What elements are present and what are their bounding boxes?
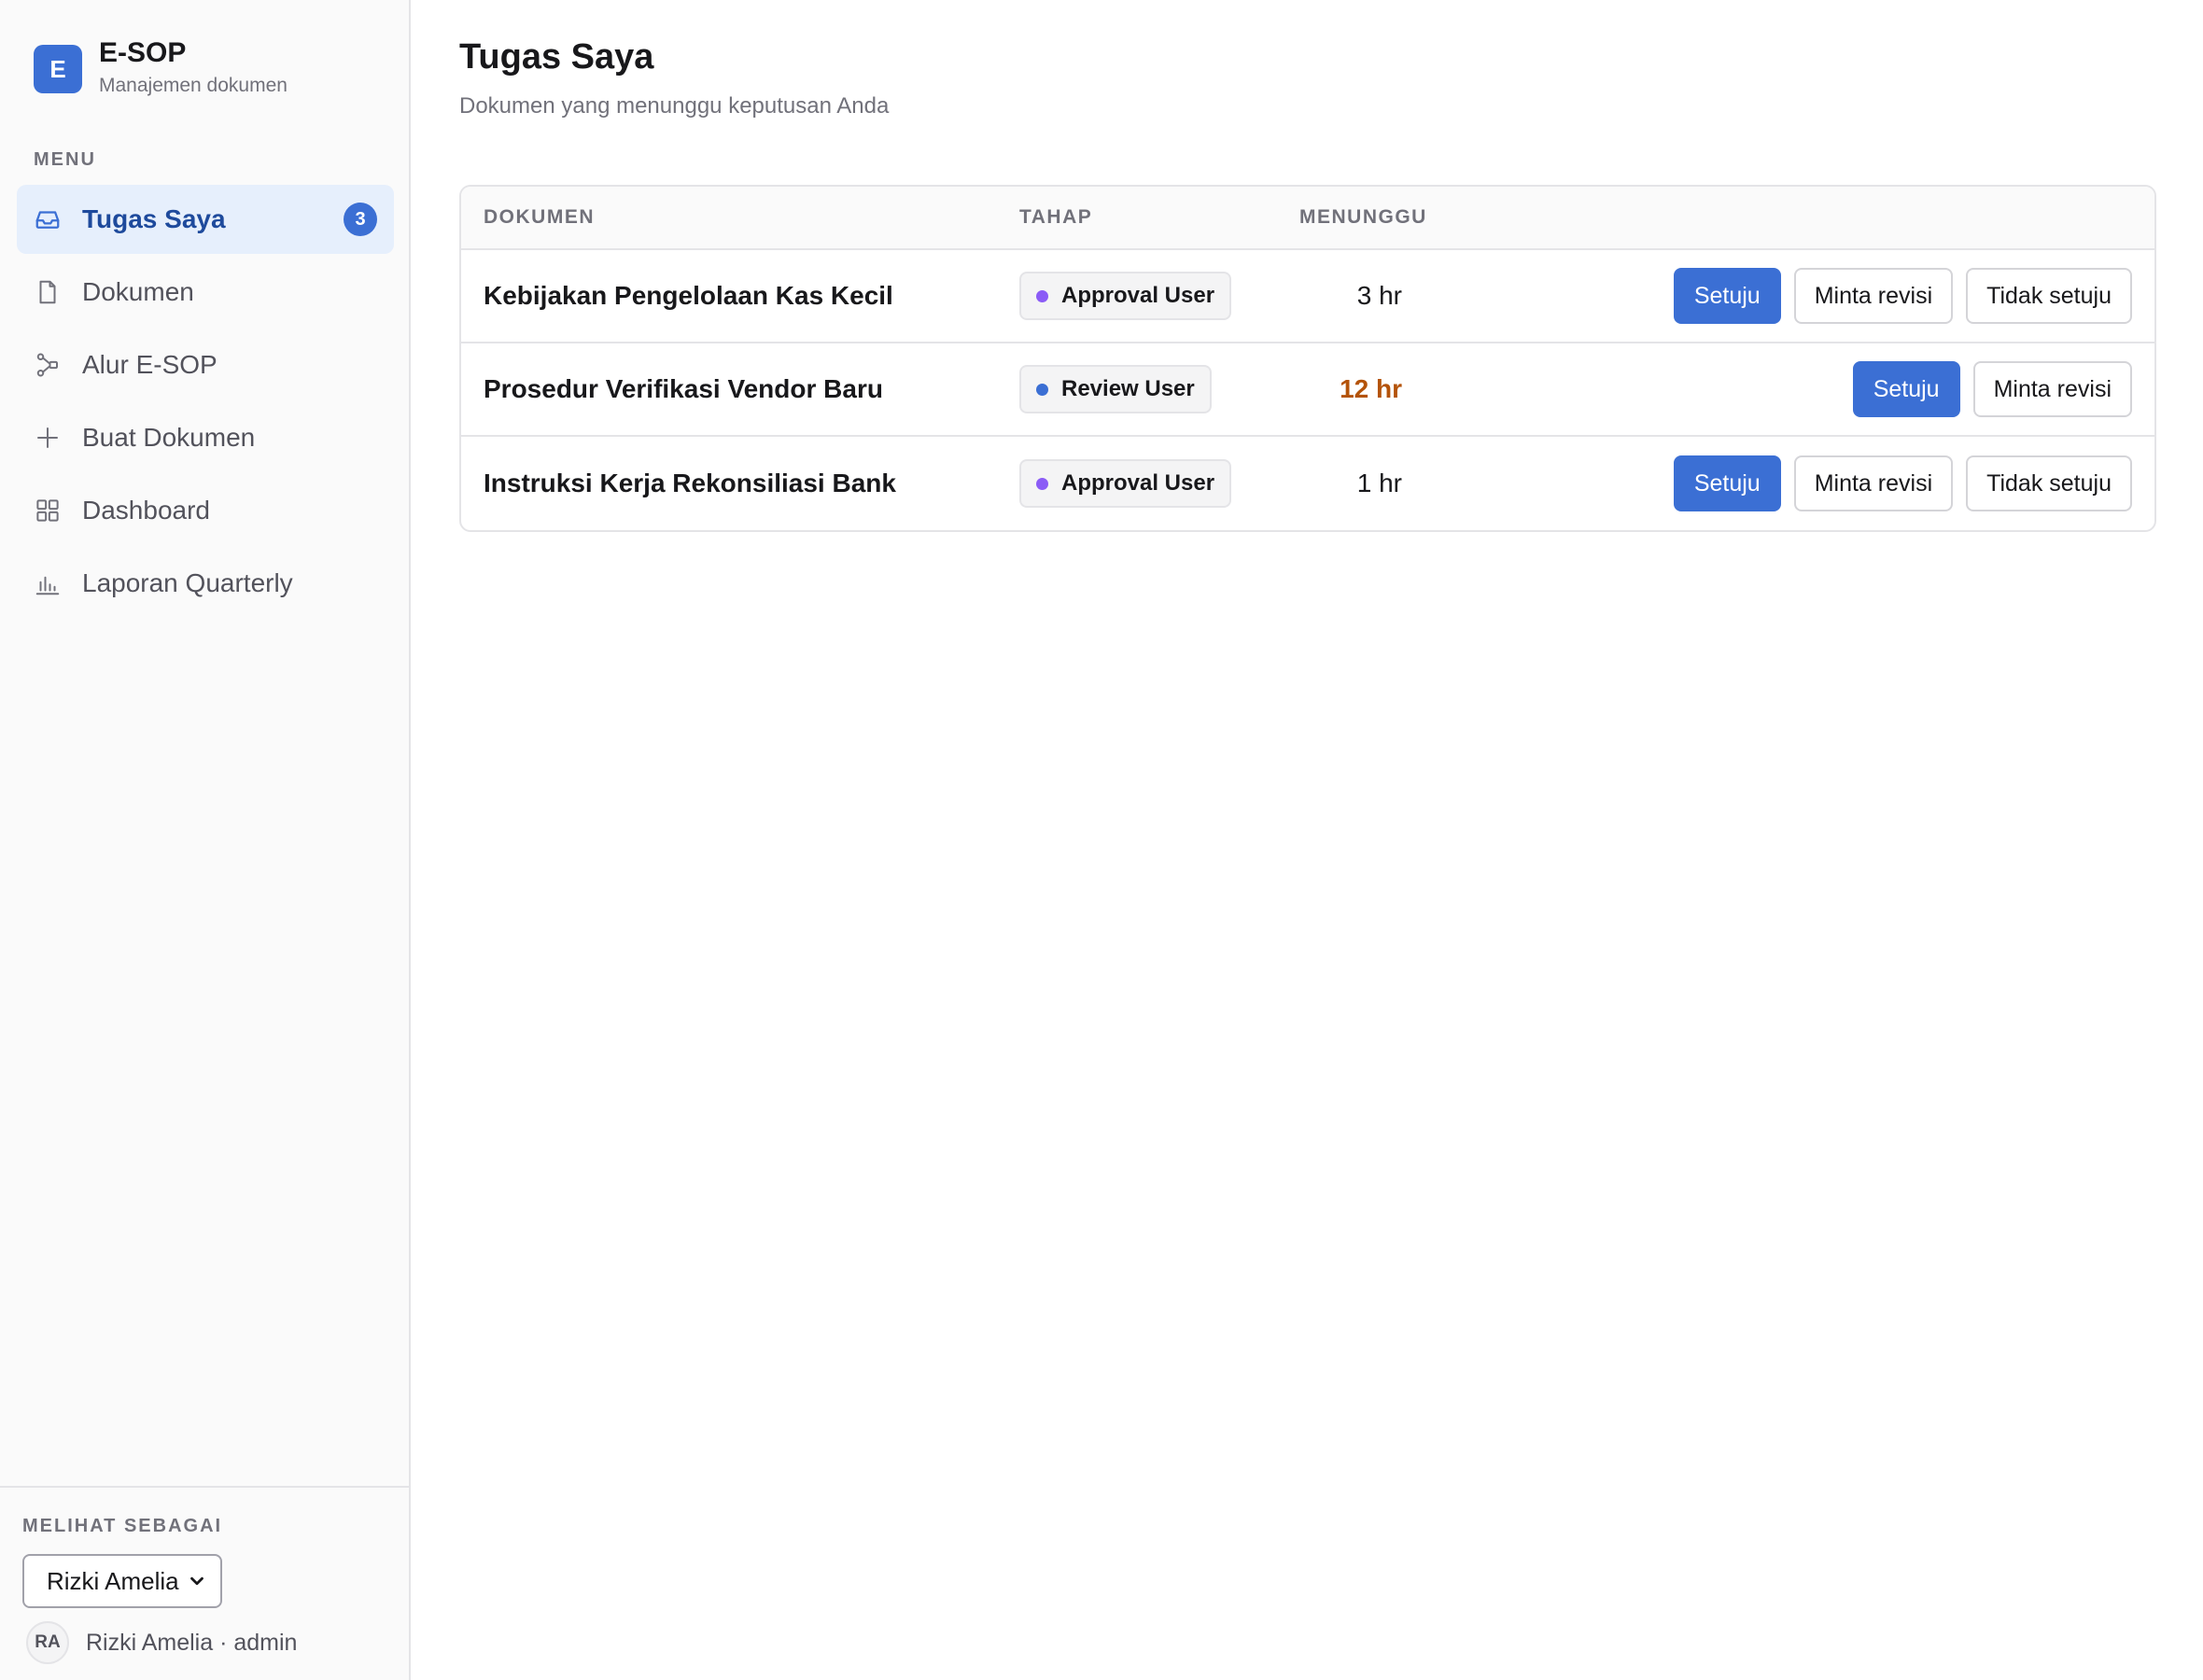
stage-dot-icon bbox=[1036, 383, 1048, 396]
task-count-badge: 3 bbox=[344, 203, 377, 236]
current-user: RA Rizki Amelia · admin bbox=[22, 1621, 386, 1664]
reject-button[interactable]: Tidak setuju bbox=[1966, 268, 2132, 324]
sidebar-nav: Tugas Saya 3 Dokumen Alur E-SOP Buat Dok… bbox=[17, 185, 394, 622]
document-name[interactable]: Instruksi Kerja Rekonsiliasi Bank bbox=[484, 469, 896, 497]
column-header-menunggu: MENUNGGU bbox=[1299, 206, 1427, 228]
sidebar-item-laporan-quarterly[interactable]: Laporan Quarterly bbox=[17, 549, 394, 618]
document-name[interactable]: Prosedur Verifikasi Vendor Baru bbox=[484, 374, 883, 403]
sidebar-item-alur-esop[interactable]: Alur E-SOP bbox=[17, 330, 394, 399]
waiting-time: 3 hr bbox=[1356, 281, 1402, 310]
sidebar-item-label: Buat Dokumen bbox=[82, 423, 256, 452]
stage-label: Approval User bbox=[1061, 470, 1215, 496]
document-name[interactable]: Kebijakan Pengelolaan Kas Kecil bbox=[484, 281, 893, 310]
stage-badge: Review User bbox=[1019, 365, 1212, 413]
sidebar-item-dashboard[interactable]: Dashboard bbox=[17, 476, 394, 545]
user-info: Rizki Amelia · admin bbox=[86, 1629, 298, 1656]
row-actions: Setuju Minta revisi Tidak setuju bbox=[1402, 268, 2154, 324]
stage-dot-icon bbox=[1036, 477, 1048, 490]
stage-label: Review User bbox=[1061, 376, 1195, 401]
view-as-label: MELIHAT SEBAGAI bbox=[22, 1516, 223, 1536]
table-row: Prosedur Verifikasi Vendor Baru Review U… bbox=[461, 343, 2154, 437]
sidebar-item-label: Alur E-SOP bbox=[82, 350, 217, 379]
sidebar-footer: MELIHAT SEBAGAI Rizki Amelia RA Rizki Am… bbox=[0, 1486, 409, 1664]
bar-chart-icon bbox=[34, 569, 62, 597]
stage-dot-icon bbox=[1036, 289, 1048, 302]
file-icon bbox=[34, 278, 62, 306]
sidebar-item-buat-dokumen[interactable]: Buat Dokumen bbox=[17, 403, 394, 472]
brand-name: E-SOP bbox=[99, 37, 187, 68]
waiting-time: 1 hr bbox=[1356, 469, 1402, 497]
sidebar-item-dokumen[interactable]: Dokumen bbox=[17, 258, 394, 327]
brand: E E-SOP Manajemen dokumen bbox=[34, 35, 288, 97]
row-actions: Setuju Minta revisi Tidak setuju bbox=[1402, 455, 2154, 511]
request-revision-button[interactable]: Minta revisi bbox=[1793, 455, 1954, 511]
sidebar-item-label: Laporan Quarterly bbox=[82, 568, 293, 597]
sidebar-item-tugas-saya[interactable]: Tugas Saya 3 bbox=[17, 185, 394, 254]
inbox-icon bbox=[34, 205, 62, 233]
sidebar: E E-SOP Manajemen dokumen MENU Tugas Say… bbox=[0, 0, 411, 1680]
user-select-value: Rizki Amelia bbox=[47, 1566, 179, 1595]
tasks-table: DOKUMEN TAHAP MENUNGGU Kebijakan Pengelo… bbox=[459, 185, 2156, 532]
brand-subtitle: Manajemen dokumen bbox=[99, 75, 288, 96]
table-header: DOKUMEN TAHAP MENUNGGU bbox=[461, 187, 2154, 250]
sidebar-item-label: Dashboard bbox=[82, 496, 210, 525]
app: E E-SOP Manajemen dokumen MENU Tugas Say… bbox=[0, 0, 2203, 1680]
reject-button[interactable]: Tidak setuju bbox=[1966, 455, 2132, 511]
menu-label: MENU bbox=[34, 149, 96, 170]
approve-button[interactable]: Setuju bbox=[1852, 361, 1960, 417]
column-header-dokumen: DOKUMEN bbox=[484, 206, 595, 228]
plus-icon bbox=[34, 424, 62, 452]
sidebar-item-label: Dokumen bbox=[82, 277, 194, 306]
brand-text: E-SOP Manajemen dokumen bbox=[99, 35, 288, 97]
page-title: Tugas Saya bbox=[459, 37, 654, 77]
approve-button[interactable]: Setuju bbox=[1673, 455, 1781, 511]
request-revision-button[interactable]: Minta revisi bbox=[1972, 361, 2132, 417]
page-subtitle: Dokumen yang menunggu keputusan Anda bbox=[459, 93, 890, 119]
table-row: Kebijakan Pengelolaan Kas Kecil Approval… bbox=[461, 250, 2154, 343]
grid-icon bbox=[34, 497, 62, 525]
stage-label: Approval User bbox=[1061, 283, 1215, 308]
main-content: Tugas Saya Dokumen yang menunggu keputus… bbox=[411, 0, 2203, 1680]
stage-badge: Approval User bbox=[1019, 459, 1232, 508]
sidebar-item-label: Tugas Saya bbox=[82, 204, 226, 233]
chevron-down-icon bbox=[190, 1576, 203, 1586]
approve-button[interactable]: Setuju bbox=[1673, 268, 1781, 324]
avatar: RA bbox=[26, 1621, 69, 1664]
column-header-tahap: TAHAP bbox=[1019, 206, 1093, 228]
user-select[interactable]: Rizki Amelia bbox=[22, 1554, 222, 1608]
table-row: Instruksi Kerja Rekonsiliasi Bank Approv… bbox=[461, 437, 2154, 530]
workflow-icon bbox=[34, 351, 62, 379]
waiting-time: 12 hr bbox=[1340, 374, 1402, 403]
brand-logo: E bbox=[34, 45, 82, 93]
row-actions: Setuju Minta revisi bbox=[1402, 361, 2154, 417]
request-revision-button[interactable]: Minta revisi bbox=[1793, 268, 1954, 324]
stage-badge: Approval User bbox=[1019, 272, 1232, 320]
